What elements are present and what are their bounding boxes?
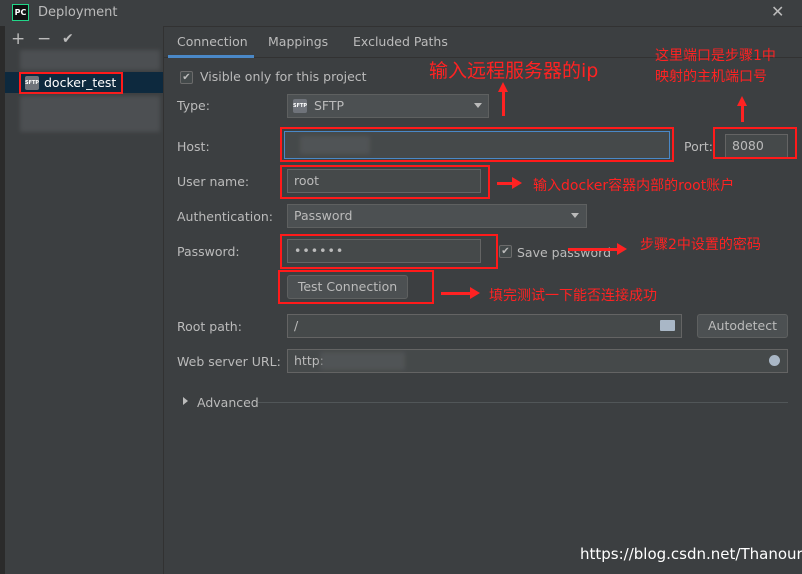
sftp-icon: SFTP — [293, 99, 307, 113]
auth-value: Password — [294, 208, 353, 223]
tab-connection[interactable]: Connection — [177, 34, 248, 49]
highlight-box-test — [278, 270, 434, 304]
advanced-divider — [258, 402, 788, 403]
autodetect-button[interactable]: Autodetect — [697, 314, 788, 338]
type-label: Type: — [177, 98, 210, 113]
annotation-port-1: 这里端口是步骤1中 — [655, 48, 776, 64]
annotation-host: 输入远程服务器的ip — [429, 60, 599, 82]
web-url-label: Web server URL: — [177, 354, 281, 369]
add-server-button[interactable]: + — [11, 29, 25, 49]
annotation-port-2: 映射的主机端口号 — [655, 69, 767, 85]
tab-active-indicator — [168, 55, 254, 58]
arrow-right-password-head — [617, 243, 627, 255]
visible-only-checkbox[interactable]: ✔ — [180, 71, 193, 84]
arrow-up-port — [741, 106, 744, 122]
chevron-right-icon[interactable] — [183, 397, 188, 405]
tab-excluded-paths[interactable]: Excluded Paths — [353, 34, 448, 49]
visible-only-label: Visible only for this project — [200, 69, 367, 84]
password-label: Password: — [177, 244, 240, 259]
highlight-box-port — [713, 127, 797, 159]
host-label: Host: — [177, 139, 210, 154]
chevron-down-icon — [571, 213, 579, 218]
tab-mappings[interactable]: Mappings — [268, 34, 328, 49]
arrow-right-test — [441, 292, 471, 295]
blurred-url — [320, 352, 405, 370]
remove-server-button[interactable]: − — [37, 29, 51, 49]
folder-icon[interactable] — [660, 320, 675, 331]
window-title: Deployment — [38, 5, 118, 20]
username-label: User name: — [177, 174, 250, 189]
close-icon[interactable]: ✕ — [771, 2, 784, 21]
auth-label: Authentication: — [177, 209, 273, 224]
root-path-label: Root path: — [177, 319, 242, 334]
auth-select[interactable]: Password — [287, 204, 587, 228]
save-password-checkbox[interactable]: ✔ — [499, 245, 512, 258]
type-value: SFTP — [314, 98, 345, 113]
highlight-box-username — [280, 165, 490, 199]
arrow-up-host — [502, 92, 505, 116]
server-item-docker-test[interactable]: docker_test — [44, 75, 116, 90]
highlight-box-host — [280, 127, 674, 162]
arrow-right-password — [568, 248, 618, 251]
arrow-right-user — [497, 182, 513, 185]
set-default-button[interactable]: ✔ — [62, 31, 74, 47]
highlight-box-password — [280, 234, 498, 269]
arrow-right-test-head — [470, 287, 480, 299]
pycharm-logo-icon: PC — [12, 4, 29, 21]
annotation-password: 步骤2中设置的密码 — [640, 237, 761, 253]
blurred-item — [20, 50, 160, 70]
type-select[interactable]: SFTP — [287, 94, 489, 118]
blurred-item — [20, 96, 160, 132]
globe-icon[interactable] — [769, 355, 780, 366]
arrow-up-host-head — [498, 82, 508, 92]
root-path-input[interactable]: / — [287, 314, 682, 338]
annotation-test: 填完测试一下能否连接成功 — [489, 288, 657, 304]
title-bar — [0, 0, 802, 27]
chevron-down-icon — [474, 103, 482, 108]
arrow-right-user-head — [512, 177, 522, 189]
background-editor-strip — [0, 26, 5, 574]
sftp-icon: SFTP — [25, 76, 39, 90]
watermark: https://blog.csdn.net/Thanours — [580, 545, 802, 563]
advanced-section-toggle[interactable]: Advanced — [197, 395, 259, 410]
arrow-up-port-head — [737, 96, 747, 106]
port-label: Port: — [684, 139, 713, 154]
annotation-user: 输入docker容器内部的root账户 — [533, 178, 735, 194]
